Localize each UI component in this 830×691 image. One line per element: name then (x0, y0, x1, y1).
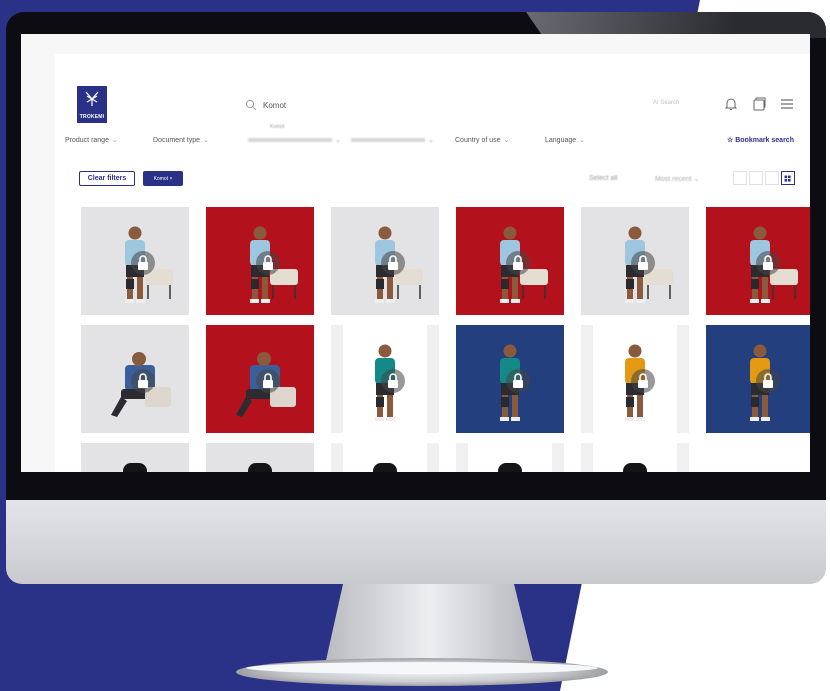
bookmark-search-link[interactable]: ☆ Bookmark search (727, 136, 794, 144)
lock-icon (256, 369, 280, 393)
asset-thumbnail (206, 443, 314, 472)
asset-tile[interactable] (81, 207, 189, 315)
asset-tile[interactable] (331, 207, 439, 315)
asset-tile[interactable] (706, 207, 810, 315)
asset-library-app: TROKEMI AI Search Komot Product range⌄ (55, 54, 810, 472)
filter-bar: Product range ⌄ Document type ⌄ ⌄ ⌄ Countr… (63, 136, 803, 152)
active-filter-chip[interactable]: Komot × (143, 171, 183, 186)
asset-tile[interactable] (331, 325, 439, 433)
ai-search-label[interactable]: AI Search (653, 100, 679, 106)
asset-tile[interactable] (81, 325, 189, 433)
asset-tile[interactable] (581, 325, 689, 433)
filter-language[interactable]: Language ⌄ (545, 136, 585, 144)
filter-country-of-use[interactable]: Country of use ⌄ (455, 136, 509, 144)
asset-tile[interactable] (456, 325, 564, 433)
lock-icon (131, 369, 155, 393)
asset-tile[interactable] (581, 443, 689, 472)
clear-filters-button[interactable]: Clear filters (79, 171, 135, 186)
asset-tile[interactable] (331, 443, 439, 472)
asset-tile[interactable] (706, 325, 810, 433)
search-input[interactable] (263, 100, 463, 110)
lock-icon (256, 251, 280, 275)
asset-thumbnail (593, 443, 677, 472)
search-icon (245, 99, 257, 111)
asset-tile[interactable] (81, 443, 189, 472)
lock-icon (631, 369, 655, 393)
lock-icon (506, 369, 530, 393)
logo-mark-icon (85, 91, 99, 106)
grid-view-icon[interactable] (781, 171, 795, 185)
asset-tile[interactable] (206, 207, 314, 315)
filter-document-type[interactable]: Document type ⌄ (153, 136, 209, 144)
asset-thumbnail (468, 443, 552, 472)
menu-icon[interactable] (779, 96, 795, 112)
asset-tile[interactable] (456, 443, 564, 472)
asset-tile[interactable] (206, 443, 314, 472)
lock-icon (506, 251, 530, 275)
asset-thumbnail (343, 443, 427, 472)
bell-icon[interactable] (723, 96, 739, 112)
lock-icon (381, 369, 405, 393)
list-view-icon[interactable] (733, 171, 747, 185)
asset-tile[interactable] (581, 207, 689, 315)
select-all-button[interactable]: Select all (589, 175, 617, 182)
filter-collapsed-2[interactable]: ⌄ (351, 136, 441, 144)
compact-view-icon[interactable] (749, 171, 763, 185)
screen: TROKEMI AI Search Komot Product range⌄ (21, 34, 810, 472)
filter-collapsed-1[interactable]: ⌄ (248, 136, 348, 144)
filter-product-range[interactable]: Product range ⌄ (65, 136, 118, 144)
asset-thumbnail (81, 443, 189, 472)
lock-icon (381, 251, 405, 275)
asset-tile[interactable] (206, 325, 314, 433)
medium-view-icon[interactable] (765, 171, 779, 185)
lock-icon (756, 251, 780, 275)
lock-icon (131, 251, 155, 275)
grid-icon (784, 175, 791, 182)
logo-text: TROKEMI (79, 114, 105, 120)
sort-dropdown[interactable]: Most recent ⌄ (655, 175, 699, 183)
window-icon[interactable] (751, 96, 767, 112)
search-bar[interactable] (245, 96, 665, 114)
brand-logo[interactable]: TROKEMI (77, 86, 107, 123)
lock-icon (756, 369, 780, 393)
lock-icon (631, 251, 655, 275)
filter-context-label: Komot (270, 124, 285, 130)
asset-tile[interactable] (456, 207, 564, 315)
